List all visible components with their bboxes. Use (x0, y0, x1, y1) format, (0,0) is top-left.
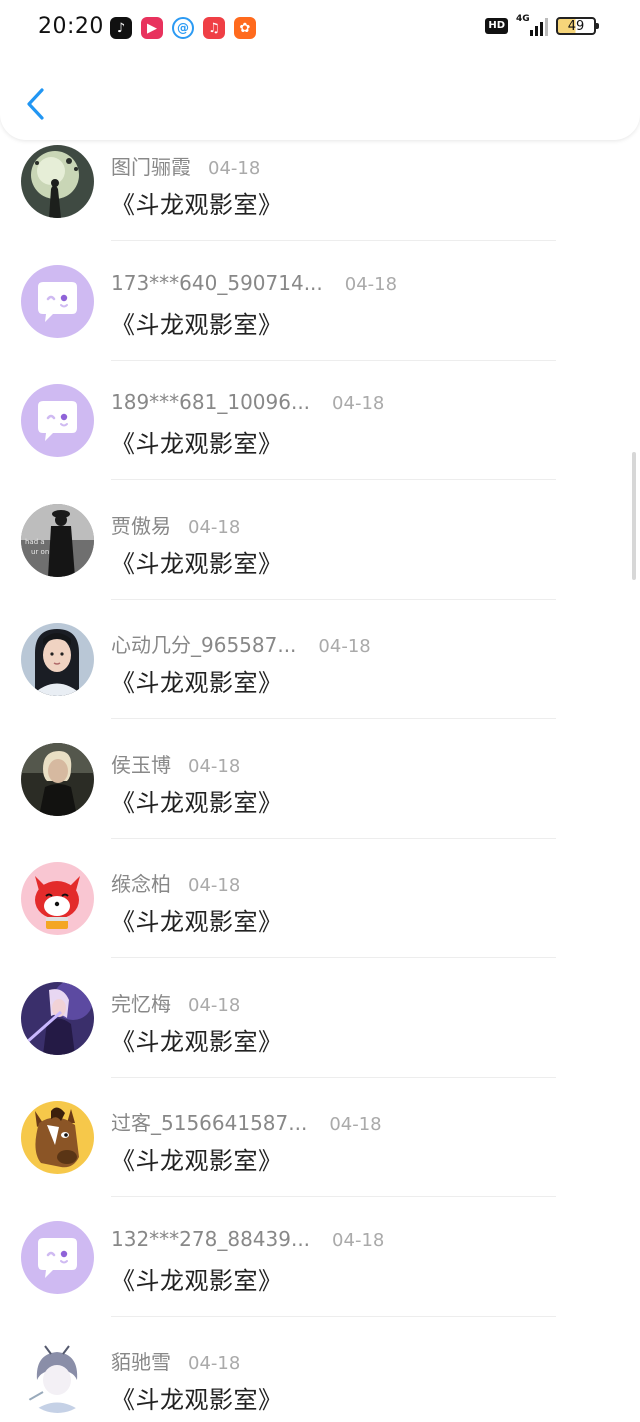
list-item[interactable]: 貊驰雪 04-18 《斗龙观影室》 (0, 1316, 640, 1422)
username[interactable]: 图门骊霞 (111, 151, 191, 180)
list-item[interactable]: 心动几分_965587... 04-18 《斗龙观影室》 (0, 599, 640, 719)
list-item[interactable]: had a ur on 贾傲易 04-18 《斗龙观影室》 (0, 480, 640, 600)
dark-silhouette-avatar[interactable] (21, 145, 94, 218)
dark-portrait-avatar[interactable] (21, 742, 94, 816)
comment-text: 《斗龙观影室》 (111, 1266, 283, 1295)
notification-icons: ♪ ▶ @ ♫ ✿ (110, 17, 256, 39)
music-icon: ♫ (203, 17, 225, 39)
username[interactable]: 过客_5156641587... (111, 1107, 307, 1136)
list-item[interactable]: 173***640_590714... 04-18 《斗龙观影室》 (0, 241, 640, 361)
username[interactable]: 173***640_590714... (111, 271, 323, 295)
video-play-icon: ▶ (141, 17, 163, 39)
comment-date: 04-18 (318, 636, 371, 657)
horse-cartoon-avatar[interactable] (21, 1101, 94, 1174)
list-item[interactable]: 132***278_88439... 04-18 《斗龙观影室》 (0, 1197, 640, 1317)
comment-text: 《斗龙观影室》 (111, 1386, 283, 1414)
status-bar: 20:20 ♪ ▶ @ ♫ ✿ HD 4G 49 (0, 0, 640, 58)
kuaishou-icon: ✿ (234, 17, 256, 39)
comment-text: 《斗龙观影室》 (111, 669, 283, 697)
default-chat-bubble-avatar[interactable] (21, 264, 94, 338)
list-item[interactable]: 过客_5156641587... 04-18 《斗龙观影室》 (0, 1077, 640, 1197)
username[interactable]: 侯玉博 (111, 749, 171, 778)
back-button[interactable] (18, 82, 54, 126)
comment-date: 04-18 (188, 1353, 241, 1374)
comment-date: 04-18 (188, 755, 241, 777)
comment-text: 《斗龙观影室》 (111, 788, 283, 817)
username[interactable]: 心动几分_965587... (111, 629, 296, 658)
signal-strength-icon: 4G (516, 14, 548, 36)
comment-date: 04-18 (329, 1114, 382, 1135)
list-item[interactable]: 完忆梅 04-18 《斗龙观影室》 (0, 958, 640, 1078)
pale-anime-avatar[interactable] (21, 1340, 94, 1413)
list-item[interactable]: 缑念柏 04-18 《斗龙观影室》 (0, 838, 640, 958)
username[interactable]: 貊驰雪 (111, 1346, 171, 1375)
costume-portrait-avatar[interactable] (21, 623, 94, 696)
svg-text:had a: had a (25, 538, 45, 546)
comment-text: 《斗龙观影室》 (111, 549, 283, 578)
comment-date: 04-18 (332, 393, 385, 414)
status-time: 20:20 (38, 14, 104, 39)
username[interactable]: 完忆梅 (111, 988, 171, 1017)
purple-game-character-avatar[interactable] (21, 981, 94, 1055)
username[interactable]: 贾傲易 (111, 510, 171, 539)
scrollbar-thumb[interactable] (632, 452, 636, 580)
comment-text: 《斗龙观影室》 (111, 191, 283, 219)
svg-text:ur on: ur on (31, 548, 49, 556)
comment-date: 04-18 (332, 1229, 385, 1251)
network-type: 4G (516, 14, 530, 24)
comment-text: 《斗龙观影室》 (111, 310, 283, 339)
battery-level: 49 (567, 18, 585, 34)
comment-date: 04-18 (188, 516, 241, 538)
comment-text: 《斗龙观影室》 (111, 430, 283, 458)
username[interactable]: 缑念柏 (111, 868, 171, 897)
status-indicators: HD 4G 49 (485, 14, 599, 36)
comment-text: 《斗龙观影室》 (111, 1027, 283, 1056)
default-chat-bubble-avatar[interactable] (21, 384, 94, 457)
comment-date: 04-18 (188, 875, 241, 896)
username[interactable]: 189***681_10096... (111, 390, 310, 414)
top-header: 20:20 ♪ ▶ @ ♫ ✿ HD 4G 49 (0, 0, 640, 140)
navigation-bar (0, 66, 640, 140)
default-chat-bubble-avatar[interactable] (21, 1220, 94, 1294)
battery-icon: 49 (556, 17, 599, 35)
tiktok-icon: ♪ (110, 17, 132, 39)
red-fox-cartoon-avatar[interactable] (21, 862, 94, 935)
comment-date: 04-18 (344, 273, 398, 295)
chevron-left-icon (27, 88, 44, 120)
comment-date: 04-18 (208, 158, 261, 179)
comment-date: 04-18 (188, 994, 241, 1016)
comment-text: 《斗龙观影室》 (111, 1147, 283, 1175)
username[interactable]: 132***278_88439... (111, 1227, 310, 1251)
search-browser-icon: @ (172, 17, 194, 39)
comment-text: 《斗龙观影室》 (111, 908, 283, 936)
list-item[interactable]: 189***681_10096... 04-18 《斗龙观影室》 (0, 360, 640, 480)
list-item[interactable]: 侯玉博 04-18 《斗龙观影室》 (0, 719, 640, 839)
black-white-figure-avatar[interactable]: had a ur on (21, 503, 94, 577)
hd-icon: HD (485, 18, 508, 34)
